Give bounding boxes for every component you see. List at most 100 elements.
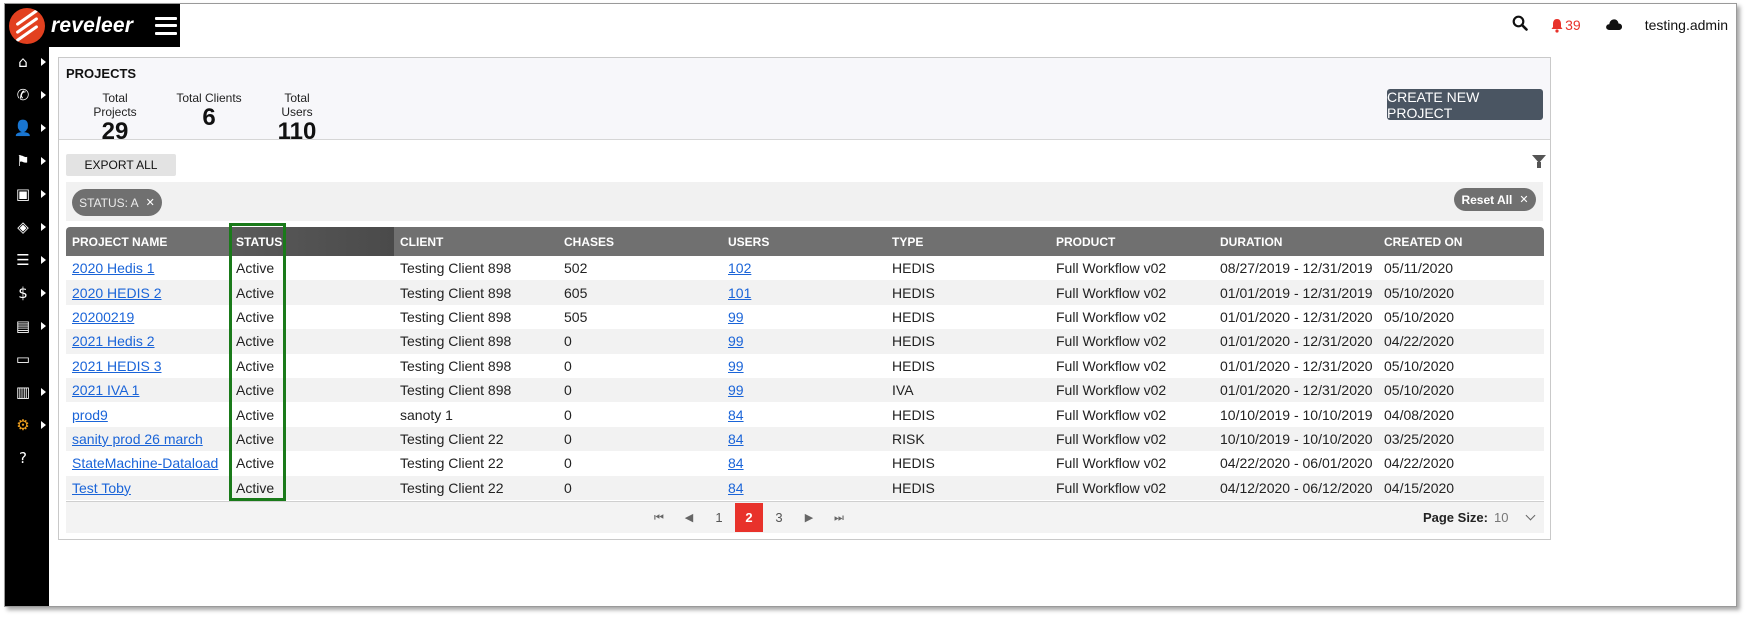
project-link[interactable]: 20200219 <box>72 309 134 325</box>
projects-panel: PROJECTS Total Projects 29 Total Clients… <box>58 57 1551 540</box>
users-link[interactable]: 84 <box>728 480 744 496</box>
table-cell: 04/08/2020 <box>1384 406 1455 423</box>
sidebar-item-user[interactable]: 👤 <box>5 113 49 143</box>
table-cell: 01/01/2019 - 12/31/2019 <box>1220 284 1373 301</box>
page-1-button[interactable]: 1 <box>705 503 733 532</box>
table-cell: Testing Client 898 <box>400 284 512 301</box>
column-header[interactable]: PROJECT NAME <box>66 227 230 256</box>
sidebar-item-dollar[interactable]: $ <box>5 278 49 308</box>
project-link[interactable]: StateMachine-Dataload <box>72 455 218 471</box>
sidebar-item-phone[interactable]: ✆ <box>5 80 49 110</box>
table-cell: 99 <box>722 378 886 402</box>
table-row: 2021 IVA 1 Active Testing Client 898 0 99 IVA… <box>66 377 1544 403</box>
table-cell: prod9 <box>66 402 230 426</box>
sidebar-item-document[interactable]: ▭ <box>5 344 49 374</box>
table-cell: 04/22/2020 <box>1384 455 1455 472</box>
sidebar-item-layers[interactable]: ◈ <box>5 212 49 242</box>
table-cell: Full Workflow v02 <box>1056 455 1167 472</box>
table-cell: 505 <box>564 308 588 325</box>
users-link[interactable]: 102 <box>728 260 751 276</box>
prev-page-icon[interactable]: ◀ <box>675 503 703 532</box>
user-menu[interactable]: testing.admin <box>1645 17 1728 33</box>
table-cell: Testing Client 898 <box>400 382 512 399</box>
users-link[interactable]: 101 <box>728 285 751 301</box>
reset-all-button[interactable]: Reset All ✕ <box>1454 188 1536 211</box>
table-header: PROJECT NAME STATUS CLIENT CHASES USERS TYPE P… <box>66 227 1544 256</box>
close-icon[interactable]: ✕ <box>146 196 155 209</box>
table-row: 2021 HEDIS 3 Active Testing Client 898 0 99 H… <box>66 353 1544 378</box>
column-header[interactable]: CLIENT <box>394 227 558 256</box>
table-cell: HEDIS <box>892 333 935 350</box>
last-page-icon[interactable]: ⏭ <box>825 503 853 532</box>
sidebar-item-tasks[interactable]: ☰ <box>5 245 49 275</box>
status-filter-chip[interactable]: STATUS: A ✕ <box>72 189 162 216</box>
sidebar-item-gear[interactable]: ⚙ <box>5 410 49 440</box>
table-cell: HEDIS <box>892 284 935 301</box>
project-link[interactable]: 2021 HEDIS 3 <box>72 358 162 374</box>
help-icon: ? <box>19 449 27 467</box>
user-icon: 👤 <box>13 119 33 137</box>
sidebar-item-flag[interactable]: ⚑ <box>5 146 49 176</box>
first-page-icon[interactable]: ⏮ <box>645 503 673 532</box>
pagination: ⏮ ◀ 123 ▶ ⏭ Page Size: 10 <box>66 501 1544 533</box>
project-link[interactable]: 2021 IVA 1 <box>72 382 139 398</box>
table-cell: 20200219 <box>66 305 230 329</box>
active-filters-bar: STATUS: A ✕ Reset All ✕ <box>66 182 1543 221</box>
cloud-icon[interactable] <box>1605 16 1623 35</box>
export-all-button[interactable]: EXPORT ALL <box>66 154 176 176</box>
column-header[interactable]: STATUS <box>230 227 394 256</box>
project-link[interactable]: sanity prod 26 march <box>72 431 203 447</box>
create-new-project-button[interactable]: CREATE NEW PROJECT <box>1387 89 1543 121</box>
chevron-right-icon <box>41 322 46 330</box>
page-size-select[interactable]: 10 <box>1494 506 1538 528</box>
table-cell: 84 <box>722 451 886 475</box>
users-link[interactable]: 99 <box>728 333 744 349</box>
sidebar-item-clipboard[interactable]: ▤ <box>5 311 49 341</box>
next-page-icon[interactable]: ▶ <box>795 503 823 532</box>
users-link[interactable]: 99 <box>728 382 744 398</box>
table-cell: StateMachine-Dataload <box>66 451 230 475</box>
bell-icon <box>1551 18 1563 33</box>
users-link[interactable]: 84 <box>728 431 744 447</box>
users-link[interactable]: 84 <box>728 455 744 471</box>
page-size-label: Page Size: <box>1422 510 1488 525</box>
table-row: 2020 Hedis 1 Active Testing Client 898 502 1… <box>66 256 1544 281</box>
users-link[interactable]: 84 <box>728 407 744 423</box>
table-cell: 05/11/2020 <box>1384 260 1454 277</box>
table-cell: 2021 Hedis 2 <box>66 329 230 353</box>
menu-toggle-icon[interactable] <box>155 16 178 35</box>
table-cell: RISK <box>892 430 925 447</box>
sidebar-item-help[interactable]: ? <box>5 443 49 473</box>
sidebar-item-chart[interactable]: ▥ <box>5 377 49 407</box>
project-link[interactable]: Test Toby <box>72 480 131 496</box>
clipboard-icon: ▤ <box>15 317 31 335</box>
notifications-button[interactable]: 39 <box>1550 17 1581 33</box>
projects-summary: PROJECTS Total Projects 29 Total Clients… <box>59 58 1550 145</box>
briefcase-icon: ▣ <box>15 185 31 203</box>
table-cell: Testing Client 898 <box>400 260 512 277</box>
home-icon: ⌂ <box>18 53 28 71</box>
project-link[interactable]: prod9 <box>72 407 108 423</box>
sidebar-item-briefcase[interactable]: ▣ <box>5 179 49 209</box>
project-link[interactable]: 2020 HEDIS 2 <box>72 285 162 301</box>
table-cell: Full Workflow v02 <box>1056 333 1167 350</box>
sidebar-item-home[interactable]: ⌂ <box>5 47 49 77</box>
table-cell: 03/25/2020 <box>1384 430 1455 447</box>
page-2-button[interactable]: 2 <box>735 503 763 532</box>
column-header[interactable]: USERS <box>722 227 886 256</box>
column-header[interactable]: PRODUCT <box>1050 227 1214 256</box>
filter-icon[interactable] <box>1532 155 1546 169</box>
column-header[interactable]: CREATED ON <box>1378 227 1544 256</box>
table-cell: Testing Client 22 <box>400 479 504 496</box>
column-header[interactable]: DURATION <box>1214 227 1378 256</box>
users-link[interactable]: 99 <box>728 309 744 325</box>
project-link[interactable]: 2021 Hedis 2 <box>72 333 155 349</box>
table-cell: 04/22/2020 <box>1384 333 1455 350</box>
column-header[interactable]: TYPE <box>886 227 1050 256</box>
column-header[interactable]: CHASES <box>558 227 722 256</box>
users-link[interactable]: 99 <box>728 358 744 374</box>
search-icon[interactable] <box>1512 15 1528 35</box>
page-3-button[interactable]: 3 <box>765 503 793 532</box>
table-cell: Active <box>236 357 275 374</box>
project-link[interactable]: 2020 Hedis 1 <box>72 260 155 276</box>
